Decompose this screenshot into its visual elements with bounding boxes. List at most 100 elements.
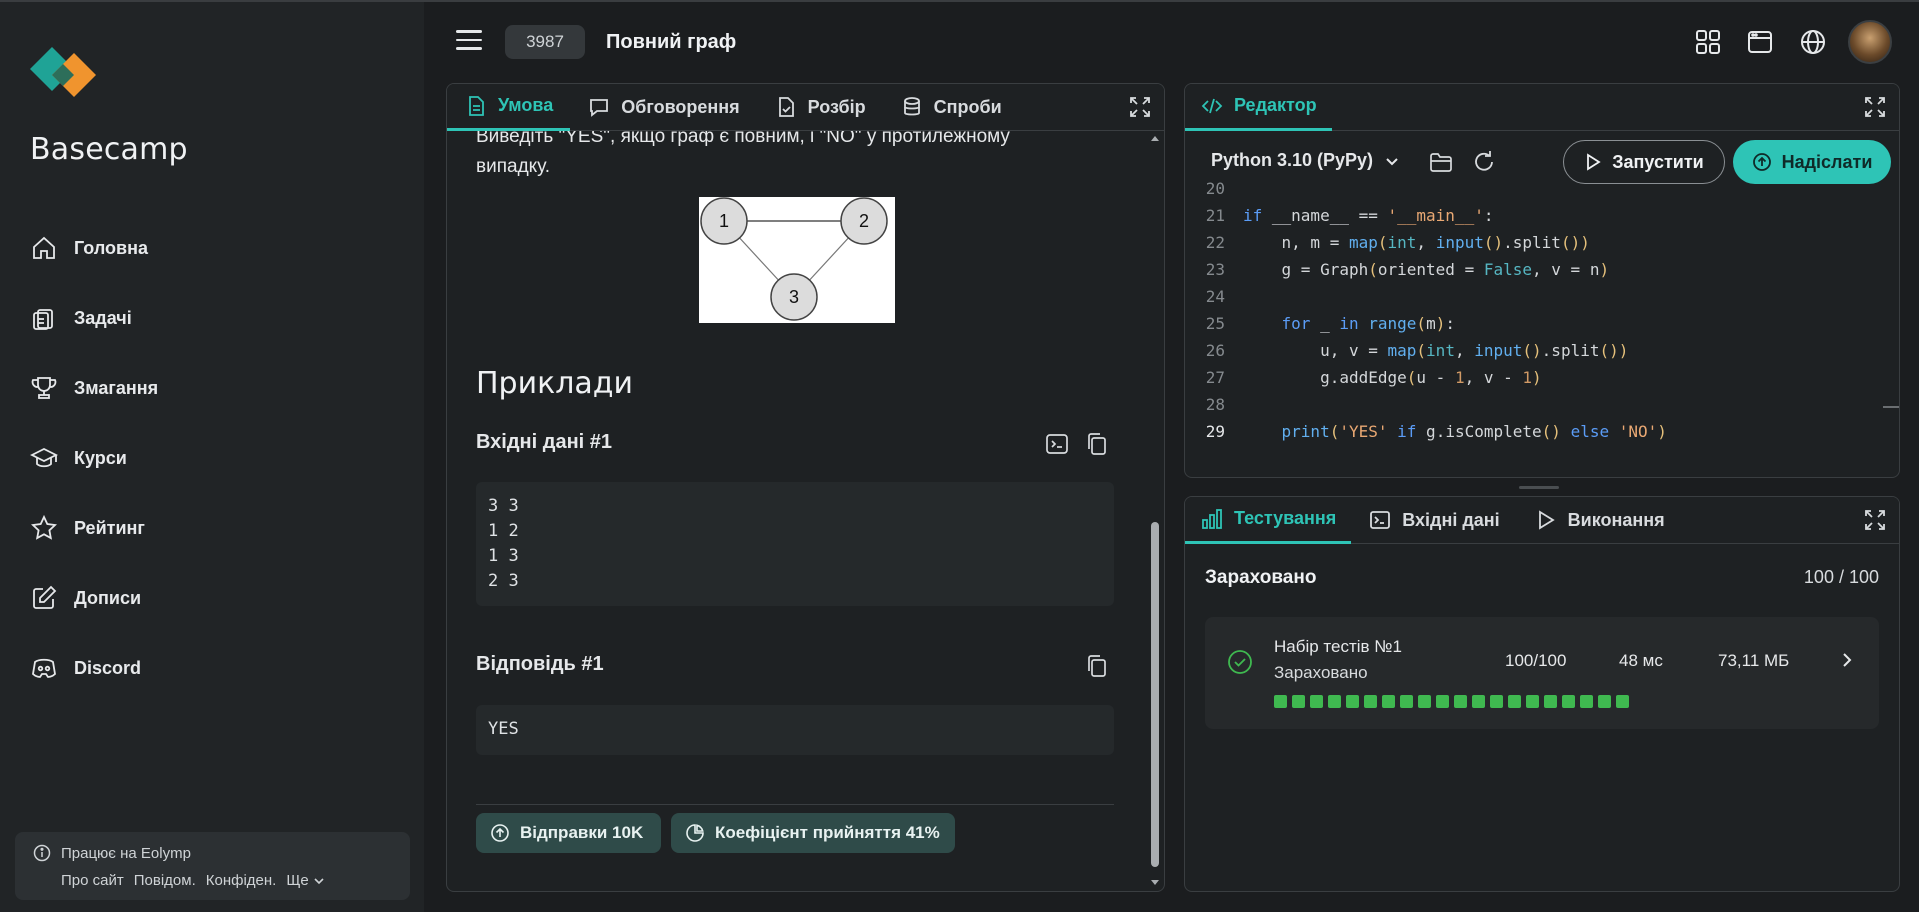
line-number: 21: [1205, 206, 1225, 225]
tab-editorial[interactable]: Розбір: [757, 84, 883, 131]
sidebar-item-posts[interactable]: Дописи: [30, 578, 141, 618]
test-passed-indicator: [1490, 695, 1503, 708]
discord-icon: [32, 658, 56, 678]
code-editor[interactable]: 20 21 if __name__ == '__main__': 22 n, m …: [1185, 179, 1899, 477]
terminal-icon[interactable]: [1044, 431, 1070, 457]
test-passed-indicator: [1526, 695, 1539, 708]
pie-chart-icon: [686, 824, 704, 842]
sidebar-item-rating[interactable]: Рейтинг: [30, 508, 145, 548]
basecamp-logo[interactable]: [30, 45, 110, 105]
tab-execution[interactable]: Виконання: [1517, 497, 1682, 544]
line-number: 22: [1205, 233, 1225, 252]
reset-icon[interactable]: [1471, 149, 1497, 175]
language-label: Python 3.10 (PyPy): [1211, 150, 1374, 170]
testing-tabs: Тестування Вхідні дані Виконання: [1185, 497, 1899, 544]
footer-link-about[interactable]: Про сайт: [61, 872, 124, 889]
expand-icon[interactable]: [1128, 95, 1152, 119]
chevron-right-icon[interactable]: [1838, 651, 1856, 669]
test-passed-indicator: [1310, 695, 1323, 708]
scroll-up-arrow-icon[interactable]: [1150, 134, 1160, 144]
panel-resize-handle[interactable]: [1519, 486, 1559, 489]
statement-tabs: Умова Обговорення Розбір Спроби: [447, 84, 1164, 131]
line-number: 28: [1205, 395, 1225, 414]
footer-box: Працює на Eolymp Про сайт Повідом. Конфі…: [15, 832, 410, 900]
test-passed-indicator: [1436, 695, 1449, 708]
test-passed-indicator: [1544, 695, 1557, 708]
expand-icon[interactable]: [1863, 508, 1887, 532]
expand-icon[interactable]: [1863, 95, 1887, 119]
sidebar-item-label: Рейтинг: [74, 517, 145, 538]
folder-icon[interactable]: [1428, 149, 1454, 175]
check-circle-icon: [1228, 650, 1252, 674]
code-text: u, v = map(int, input().split()): [1243, 341, 1629, 360]
trophy-icon: [31, 377, 57, 399]
copy-icon[interactable]: [1084, 431, 1110, 457]
testset-points: 100/100: [1505, 651, 1567, 670]
testset-status: Зараховано: [1274, 663, 1368, 682]
divider: [476, 804, 1114, 805]
footer-link-privacy[interactable]: Конфіден.: [206, 872, 277, 889]
terminal-icon: [1370, 511, 1391, 529]
footer-link-report[interactable]: Повідом.: [134, 872, 196, 889]
testset-title: Набір тестів №1: [1274, 637, 1402, 656]
info-icon: [33, 844, 51, 862]
globe-icon[interactable]: [1798, 27, 1828, 57]
sidebar-item-home[interactable]: Головна: [30, 228, 148, 268]
clipboard-icon: [33, 309, 53, 330]
tab-testing[interactable]: Тестування: [1185, 497, 1352, 544]
footer-link-more[interactable]: Ще: [286, 872, 324, 889]
test-passed-indicator: [1364, 695, 1377, 708]
testset-memory: 73,11 МБ: [1718, 651, 1790, 670]
scroll-down-arrow-icon[interactable]: [1150, 877, 1160, 887]
bar-chart-icon: [1202, 508, 1222, 529]
sidebar-item-label: Курси: [74, 447, 127, 468]
menu-toggle-button[interactable]: [456, 30, 482, 52]
footer-title: Працює на Eolymp: [61, 844, 191, 862]
verdict-label: Зараховано: [1205, 567, 1317, 588]
test-passed-indicator: [1274, 695, 1287, 708]
tab-discussion[interactable]: Обговорення: [570, 84, 756, 131]
language-select[interactable]: Python 3.10 (PyPy): [1211, 150, 1399, 171]
tab-label: Спроби: [933, 96, 1002, 117]
chevron-down-icon: [1386, 157, 1398, 165]
sidebar-item-contests[interactable]: Змагання: [30, 368, 158, 408]
test-passed-indicator: [1616, 695, 1629, 708]
acceptance-label: Коефіцієнт прийняття 41%: [715, 823, 940, 842]
submit-button[interactable]: Надіслати: [1733, 140, 1891, 184]
tab-label: Вхідні дані: [1402, 509, 1500, 530]
document-icon: [469, 95, 484, 116]
line-number: 27: [1205, 368, 1225, 387]
star-icon: [31, 514, 57, 540]
test-passed-indicator: [1292, 695, 1305, 708]
copy-icon[interactable]: [1084, 653, 1110, 679]
testset-card[interactable]: Набір тестів №1 Зараховано 100/100 48 мс…: [1205, 617, 1879, 729]
tab-attempts[interactable]: Спроби: [883, 84, 1019, 131]
grid-icon[interactable]: [1693, 27, 1723, 57]
code-text: g = Graph(oriented = False, v = n): [1243, 260, 1610, 279]
test-passed-indicator: [1580, 695, 1593, 708]
tab-input[interactable]: Вхідні дані: [1351, 497, 1516, 544]
sidebar-item-discord[interactable]: Discord: [30, 648, 141, 688]
graduation-cap-icon: [30, 447, 58, 468]
line-number: 20: [1205, 179, 1225, 198]
tab-label: Умова: [498, 95, 554, 115]
play-icon: [1538, 510, 1555, 530]
scrollbar[interactable]: [1147, 132, 1163, 891]
user-avatar[interactable]: [1848, 20, 1892, 64]
graph-node-1: 1: [700, 197, 748, 245]
test-passed-indicator: [1418, 695, 1431, 708]
graph-node-2: 2: [840, 197, 888, 245]
sidebar-item-courses[interactable]: Курси: [30, 438, 127, 478]
sidebar-item-tasks[interactable]: Задачі: [30, 298, 132, 338]
statement-line-2: випадку.: [476, 156, 551, 177]
test-passed-indicator: [1598, 695, 1611, 708]
tab-statement[interactable]: Умова: [447, 84, 571, 131]
sidebar: Basecamp Головна Задачі Змагання Курси Р…: [0, 2, 424, 912]
edit-icon: [33, 585, 57, 609]
run-button[interactable]: Запустити: [1563, 140, 1725, 184]
submit-label: Надіслати: [1781, 151, 1873, 172]
browser-window-icon[interactable]: [1745, 27, 1775, 57]
code-text: if __name__ == '__main__':: [1243, 206, 1494, 225]
tab-editor[interactable]: Редактор: [1185, 84, 1332, 131]
scroll-thumb[interactable]: [1151, 522, 1159, 867]
